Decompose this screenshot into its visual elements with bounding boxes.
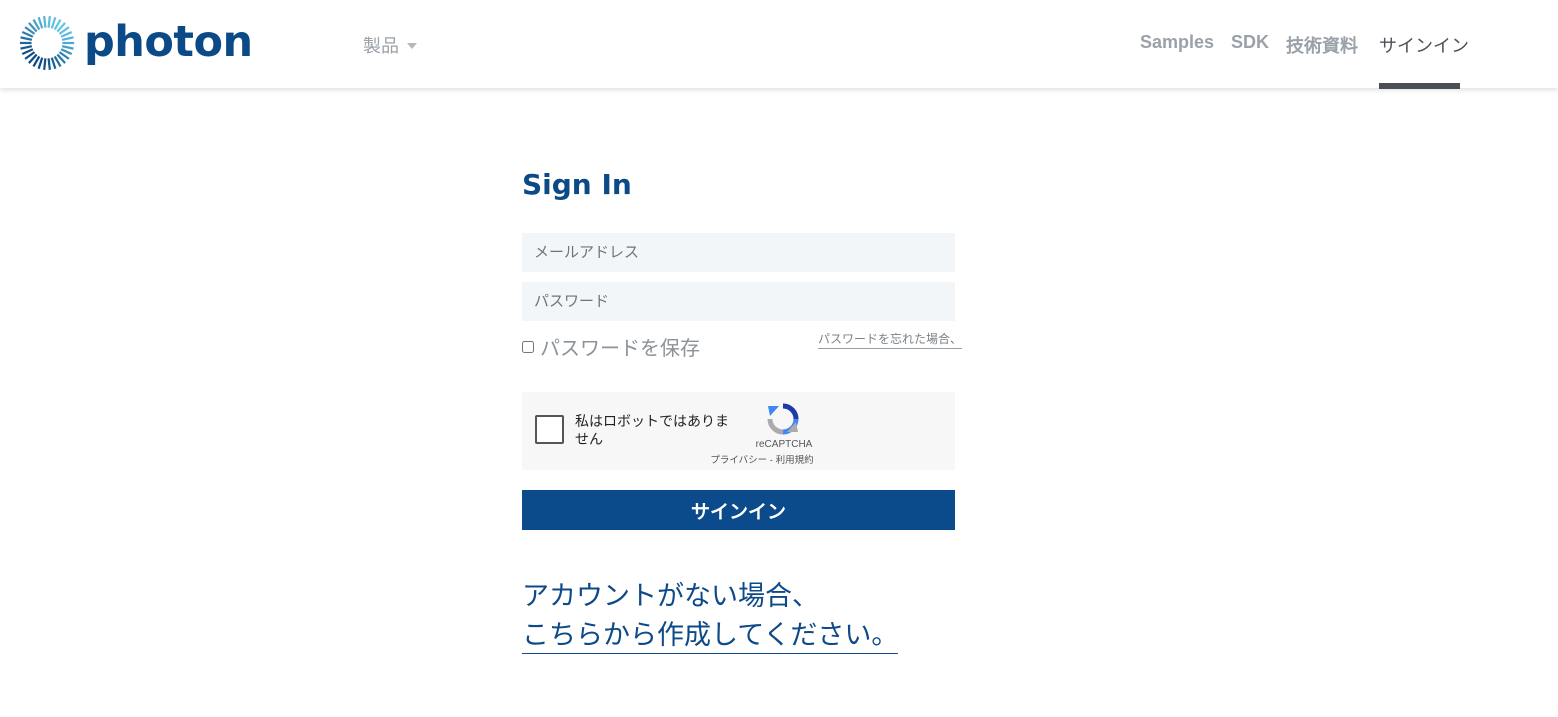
- captcha-privacy-terms[interactable]: プライバシー - 利用規約: [697, 452, 827, 466]
- logo-ray: [47, 15, 51, 28]
- logo-ray: [43, 58, 47, 71]
- logo-ray: [20, 36, 33, 41]
- photon-logo[interactable]: photon: [18, 14, 253, 74]
- recaptcha-icon: [767, 403, 799, 435]
- create-account-link[interactable]: こちらから作成してください。: [522, 617, 899, 654]
- logo-ray: [37, 57, 44, 70]
- nav-signin-link[interactable]: サインイン: [1379, 32, 1469, 58]
- forgot-password-link[interactable]: パスワードを忘れた場合、: [818, 330, 963, 349]
- logo-ray: [47, 58, 51, 71]
- chevron-down-icon: [407, 43, 417, 49]
- nav-products-menu[interactable]: 製品: [363, 32, 417, 58]
- remember-checkbox[interactable]: [522, 340, 534, 353]
- logo-ray: [61, 36, 74, 41]
- logo-ray: [43, 15, 47, 28]
- photon-ring-icon: [19, 15, 75, 71]
- logo-ray: [61, 45, 74, 50]
- captcha-label: 私はロボットではありません: [575, 413, 729, 447]
- captcha-checkbox[interactable]: [535, 415, 564, 444]
- password-field[interactable]: [522, 282, 955, 321]
- signin-button[interactable]: サインイン: [522, 490, 955, 530]
- captcha-brand: reCAPTCHA: [755, 439, 813, 450]
- logo-ray: [37, 16, 44, 29]
- nav-sdk-link[interactable]: SDK: [1231, 32, 1269, 53]
- active-nav-indicator: [1379, 83, 1460, 89]
- nav-samples-link[interactable]: Samples: [1140, 32, 1214, 53]
- logo-ray: [20, 45, 33, 50]
- page-title: Sign In: [522, 168, 632, 201]
- remember-label: パスワードを保存: [540, 338, 700, 360]
- remember-password[interactable]: パスワードを保存: [522, 332, 700, 361]
- nav-products-label: 製品: [363, 36, 399, 56]
- recaptcha-widget: 私はロボットではありません reCAPTCHA プライバシー - 利用規約: [522, 392, 955, 470]
- logo-ray: [50, 16, 57, 29]
- logo-ray: [50, 57, 57, 70]
- email-field[interactable]: [522, 233, 955, 272]
- nav-docs-link[interactable]: 技術資料: [1286, 32, 1358, 58]
- top-header: photon 製品 Samples SDK 技術資料 サインイン: [0, 0, 1558, 89]
- logo-text: photon: [84, 17, 253, 67]
- no-account-text: アカウントがない場合、: [522, 581, 819, 611]
